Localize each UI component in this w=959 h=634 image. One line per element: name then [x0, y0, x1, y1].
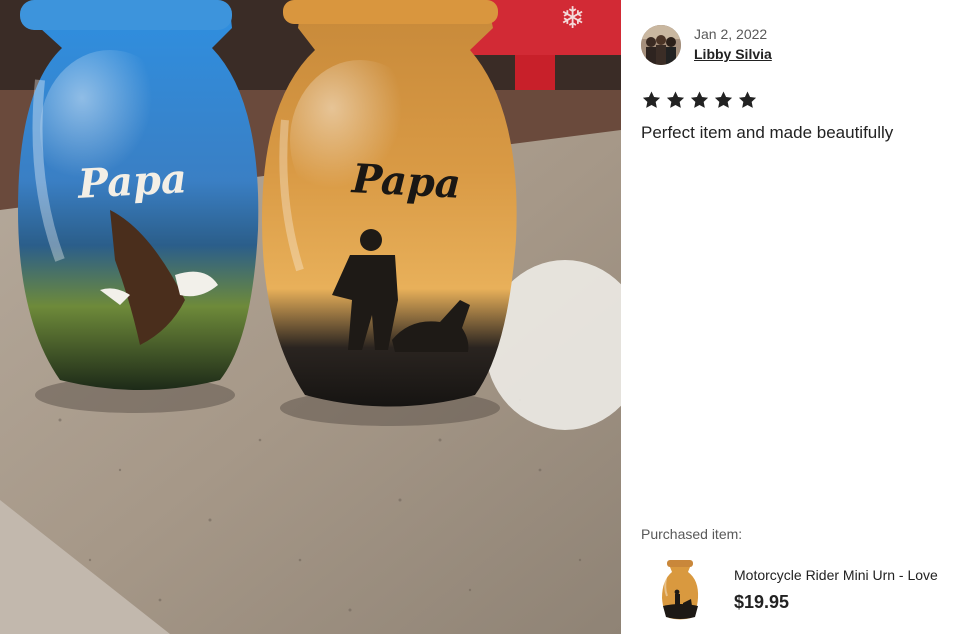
- star-icon: [713, 90, 734, 110]
- purchased-item-label: Purchased item:: [641, 526, 743, 542]
- star-rating: [641, 90, 758, 110]
- review-date: Jan 2, 2022: [694, 26, 768, 42]
- star-icon: [641, 90, 662, 110]
- purchased-item-thumbnail[interactable]: [655, 558, 705, 622]
- review-photo[interactable]: ❄ Papa Papa: [0, 0, 621, 634]
- review-panel: Jan 2, 2022 Libby Silvia Perfect item an…: [621, 0, 959, 634]
- purchased-item-title-link[interactable]: Motorcycle Rider Mini Urn - Love: [734, 567, 938, 583]
- purchased-item-price: $19.95: [734, 592, 790, 612]
- left-urn-label: Papa: [76, 155, 188, 208]
- svg-text:❄: ❄: [560, 1, 585, 36]
- star-icon: [689, 90, 710, 110]
- avatar[interactable]: [641, 25, 681, 65]
- star-icon: [737, 90, 758, 110]
- right-urn-label: Papa: [350, 155, 462, 208]
- review-text: Perfect item and made beautifully: [641, 123, 894, 142]
- star-icon: [665, 90, 686, 110]
- reviewer-name-link[interactable]: Libby Silvia: [694, 46, 772, 62]
